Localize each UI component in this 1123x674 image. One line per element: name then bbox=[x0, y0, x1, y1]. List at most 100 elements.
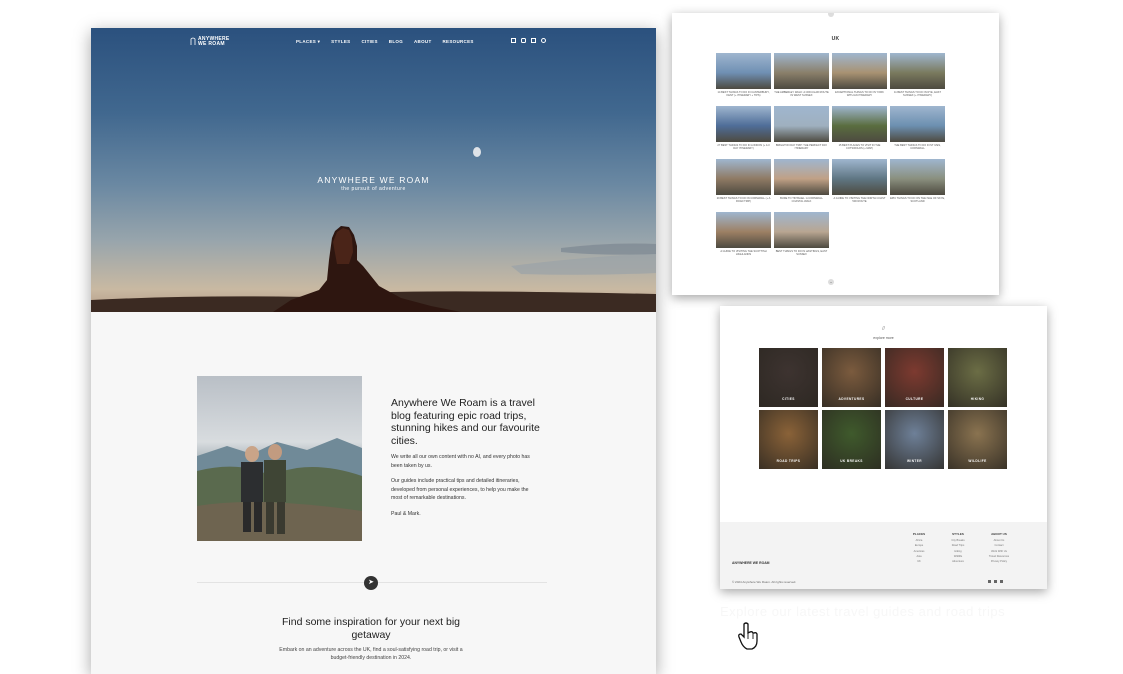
search-icon[interactable] bbox=[541, 38, 546, 43]
nav-item-cities[interactable]: CITIES bbox=[361, 39, 377, 45]
chevron-up-icon[interactable]: ⌃ bbox=[828, 13, 834, 17]
nav-item-styles[interactable]: STYLES bbox=[331, 39, 350, 45]
footer-column-about: ABOUT US About Us Contact Work With Us T… bbox=[984, 532, 1014, 564]
nav-item-about[interactable]: ABOUT bbox=[414, 39, 432, 45]
intro-paragraph-ai: We write all our own content with no AI,… bbox=[391, 454, 530, 469]
inspiration-text: Embark on an adventure across the UK, fi… bbox=[279, 647, 463, 661]
logo-line-2: WE ROAM bbox=[198, 41, 225, 47]
post-caption[interactable]: 11 BEST THINGS TO DO IN RYE, EAST SUSSEX… bbox=[890, 91, 945, 97]
footer-copyright: © 2024 Anywhere We Roam. All rights rese… bbox=[732, 580, 797, 584]
explore-mark-icon: // bbox=[882, 326, 885, 332]
post-caption[interactable]: EPIC THINGS TO DO ON THE ISLE OF SKYE, S… bbox=[890, 197, 945, 203]
category-tile[interactable]: HIKING bbox=[948, 348, 1007, 407]
category-tile-label: WILDLIFE bbox=[968, 459, 987, 463]
footer-heading: PLACES bbox=[912, 532, 926, 536]
footer-heading: ABOUT US bbox=[991, 532, 1007, 536]
main-menu: PLACES ▾ STYLES CITIES BLOG ABOUT RESOUR… bbox=[296, 39, 474, 45]
post-caption[interactable]: 15 BEST PLACES TO VISIT IN THE COTSWOLDS… bbox=[832, 144, 887, 150]
homepage-screenshot: ANYWHERE WE ROAM PLACES ▾ STYLES CITIES … bbox=[91, 28, 656, 674]
hero-title: ANYWHERE WE ROAM bbox=[317, 175, 430, 185]
post-thumbnail[interactable] bbox=[774, 53, 829, 89]
post-thumbnail[interactable] bbox=[716, 106, 771, 142]
footer-link[interactable]: Adventure bbox=[943, 559, 973, 564]
post-thumbnail[interactable] bbox=[774, 212, 829, 248]
intro-signature: Paul & Mark. bbox=[391, 511, 421, 517]
category-tile[interactable]: ADVENTURES bbox=[822, 348, 881, 407]
post-caption[interactable]: THE AMBERLEY WALK: A CIRCULAR ROUTE IN W… bbox=[774, 91, 829, 97]
category-tile-label: CULTURE bbox=[905, 397, 924, 401]
post-thumbnail[interactable] bbox=[890, 159, 945, 195]
explore-title: explore more bbox=[873, 336, 894, 340]
authors-photo bbox=[197, 376, 362, 541]
facebook-icon[interactable] bbox=[1000, 580, 1003, 583]
authors-photo-scene bbox=[197, 438, 362, 541]
top-navigation: ANYWHERE WE ROAM PLACES ▾ STYLES CITIES … bbox=[91, 28, 656, 54]
site-footer: PLACES Africa Europe Americas Asia UK ST… bbox=[720, 522, 1047, 589]
youtube-icon[interactable] bbox=[511, 38, 516, 43]
category-tile[interactable]: CULTURE bbox=[885, 348, 944, 407]
category-tile-label: ROAD TRIPS bbox=[776, 459, 801, 463]
category-tile[interactable]: UK BREAKS bbox=[822, 410, 881, 469]
nav-icons bbox=[511, 38, 546, 43]
post-thumbnail[interactable] bbox=[716, 212, 771, 248]
post-thumbnail[interactable] bbox=[890, 106, 945, 142]
post-caption[interactable]: A GUIDE TO VISITING THE SCOTTISH HIGHLAN… bbox=[716, 250, 771, 256]
post-caption[interactable]: 29 BEST THINGS TO DO IN CORNWALL (+ A RO… bbox=[716, 197, 771, 203]
instagram-icon[interactable] bbox=[994, 580, 997, 583]
post-caption[interactable]: BEST THINGS TO DO IN HASTINGS, EAST SUSS… bbox=[774, 250, 829, 256]
category-tile[interactable]: WINTER bbox=[885, 410, 944, 469]
category-tile-label: UK BREAKS bbox=[840, 459, 863, 463]
hero-subtitle: the pursuit of adventure bbox=[341, 186, 406, 192]
post-thumbnail[interactable] bbox=[832, 159, 887, 195]
post-caption[interactable]: A GUIDE TO VISITING THE NORTH COAST 500 … bbox=[832, 197, 887, 203]
footer-column-styles: STYLES City Breaks Road Trips Hiking Wil… bbox=[943, 532, 973, 564]
intro-heading: Anywhere We Roam is a travel blog featur… bbox=[391, 397, 540, 447]
uk-posts-panel: ⌃ UK 14 BEST THINGS TO DO IN CANTERBURY,… bbox=[672, 13, 999, 295]
post-caption[interactable]: BRIGHTON DAY TRIP: THE PERFECT DAY ITINE… bbox=[774, 144, 829, 150]
footer-heading: STYLES bbox=[952, 532, 964, 536]
footer-social-icons bbox=[988, 580, 1003, 583]
post-thumbnail[interactable] bbox=[716, 53, 771, 89]
footer-logo[interactable]: ANYWHERE WE ROAM bbox=[732, 561, 769, 566]
post-caption[interactable]: 27 BEST THINGS TO DO IN LONDON (+ A 3 DA… bbox=[716, 144, 771, 150]
category-tile-label: ADVENTURES bbox=[838, 397, 865, 401]
post-thumbnail[interactable] bbox=[832, 53, 887, 89]
explore-more-panel: // explore more CITIES ADVENTURES CULTURE H… bbox=[720, 306, 1047, 589]
inspiration-heading: Find some inspiration for your next big … bbox=[281, 616, 460, 641]
nav-item-blog[interactable]: BLOG bbox=[389, 39, 403, 45]
category-tile[interactable]: ROAD TRIPS bbox=[759, 410, 818, 469]
post-caption[interactable]: BUDE TO TINTAGEL: A CORNWALL COASTAL WAL… bbox=[774, 197, 829, 203]
nav-item-places[interactable]: PLACES ▾ bbox=[296, 39, 320, 45]
chevron-down-icon[interactable]: ⌄ bbox=[828, 279, 834, 285]
logo-icon bbox=[190, 37, 196, 45]
hero-landscape bbox=[91, 147, 656, 312]
faded-caption: Explore our latest travel guides and roa… bbox=[720, 604, 1006, 619]
youtube-icon[interactable] bbox=[988, 580, 991, 583]
post-caption[interactable]: EXCEPTIONAL THINGS TO DO IN YORK WITH AN… bbox=[832, 91, 887, 97]
post-caption[interactable]: 14 BEST THINGS TO DO IN CANTERBURY, KENT… bbox=[716, 91, 771, 97]
moon-shape bbox=[473, 147, 481, 157]
facebook-icon[interactable] bbox=[531, 38, 536, 43]
uk-section-title: UK bbox=[831, 36, 840, 42]
intro-paragraph-guides: Our guides include practical tips and de… bbox=[391, 478, 529, 501]
hand-cursor-icon bbox=[738, 622, 758, 650]
category-tile-label: WINTER bbox=[907, 459, 922, 463]
category-tile[interactable]: CITIES bbox=[759, 348, 818, 407]
instagram-icon[interactable] bbox=[521, 38, 526, 43]
site-logo[interactable]: ANYWHERE WE ROAM bbox=[190, 37, 230, 47]
category-tile[interactable]: WILDLIFE bbox=[948, 410, 1007, 469]
post-thumbnail[interactable] bbox=[774, 106, 829, 142]
post-thumbnail[interactable] bbox=[774, 159, 829, 195]
hero-section: ANYWHERE WE ROAM PLACES ▾ STYLES CITIES … bbox=[91, 28, 656, 312]
category-tile-label: HIKING bbox=[970, 397, 985, 401]
nav-item-resources[interactable]: RESOURCES bbox=[443, 39, 474, 45]
footer-link[interactable]: Privacy Policy bbox=[984, 559, 1014, 564]
post-thumbnail[interactable] bbox=[832, 106, 887, 142]
footer-column-places: PLACES Africa Europe Americas Asia UK bbox=[904, 532, 934, 564]
post-caption[interactable]: THE BEST THINGS TO DO IN ST IVES, CORNWA… bbox=[890, 144, 945, 150]
category-tile-label: CITIES bbox=[782, 397, 795, 401]
compass-icon: ➤ bbox=[364, 576, 378, 590]
footer-link[interactable]: UK bbox=[904, 559, 934, 564]
post-thumbnail[interactable] bbox=[890, 53, 945, 89]
post-thumbnail[interactable] bbox=[716, 159, 771, 195]
